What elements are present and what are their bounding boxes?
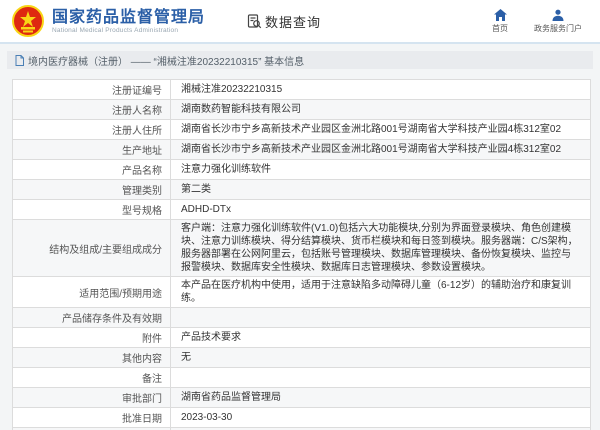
field-label: 生产地址	[13, 140, 171, 160]
table-row: 生产地址湖南省长沙市宁乡高新技术产业园区金洲北路001号湖南省大学科技产业园4栋…	[13, 140, 591, 160]
table-row: 注册人名称湖南数药智能科技有限公司	[13, 100, 591, 120]
top-nav: 首页 政务服务门户	[492, 9, 582, 34]
field-value: 湘械注准20232210315	[171, 80, 591, 100]
header: 国家药品监督管理局 National Medical Products Admi…	[0, 0, 600, 44]
table-row: 注册人住所湖南省长沙市宁乡高新技术产业园区金洲北路001号湖南省大学科技产业园4…	[13, 120, 591, 140]
field-label: 注册证编号	[13, 80, 171, 100]
field-value: 无	[171, 348, 591, 368]
field-label: 产品储存条件及有效期	[13, 308, 171, 328]
field-value: 湖南数药智能科技有限公司	[171, 100, 591, 120]
field-value: 2023-03-30	[171, 408, 591, 428]
registration-info-table: 注册证编号湘械注准20232210315注册人名称湖南数药智能科技有限公司注册人…	[12, 79, 591, 430]
site-subtitle: National Medical Products Administration	[52, 27, 205, 34]
field-value: 本产品在医疗机构中使用，适用于注意缺陷多动障碍儿童（6-12岁）的辅助治疗和康复…	[171, 277, 591, 308]
field-value: 湖南省长沙市宁乡高新技术产业园区金洲北路001号湖南省大学科技产业园4栋312室…	[171, 120, 591, 140]
table-row: 管理类别第二类	[13, 180, 591, 200]
table-row: 适用范围/预期用途本产品在医疗机构中使用，适用于注意缺陷多动障碍儿童（6-12岁…	[13, 277, 591, 308]
site-title: 国家药品监督管理局	[52, 9, 205, 27]
field-value: 客户端：注意力强化训练软件(V1.0)包括六大功能模块,分别为界面登录模块、角色…	[171, 220, 591, 277]
field-label: 备注	[13, 368, 171, 388]
brand: 国家药品监督管理局 National Medical Products Admi…	[52, 9, 205, 34]
field-value: ADHD-DTx	[171, 200, 591, 220]
field-label: 其他内容	[13, 348, 171, 368]
breadcrumb: 境内医疗器械（注册） —— “湘械注准20232210315” 基本信息	[7, 51, 593, 69]
table-row: 批准日期2023-03-30	[13, 408, 591, 428]
field-value: 产品技术要求	[171, 328, 591, 348]
table-row: 附件产品技术要求	[13, 328, 591, 348]
field-label: 管理类别	[13, 180, 171, 200]
table-row: 审批部门湖南省药品监督管理局	[13, 388, 591, 408]
table-row: 其他内容无	[13, 348, 591, 368]
field-value: 湖南省药品监督管理局	[171, 388, 591, 408]
nav-item-home[interactable]: 首页	[492, 9, 508, 34]
search-document-icon	[247, 14, 262, 29]
table-row: 型号规格ADHD-DTx	[13, 200, 591, 220]
field-value	[171, 308, 591, 328]
field-label: 注册人住所	[13, 120, 171, 140]
info-table-body: 注册证编号湘械注准20232210315注册人名称湖南数药智能科技有限公司注册人…	[13, 80, 591, 430]
nav-item-label: 政务服务门户	[534, 23, 582, 34]
field-label: 结构及组成/主要组成成分	[13, 220, 171, 277]
field-value: 注意力强化训练软件	[171, 160, 591, 180]
breadcrumb-text: 境内医疗器械（注册） —— “湘械注准20232210315” 基本信息	[28, 53, 304, 68]
field-value	[171, 368, 591, 388]
home-icon	[494, 9, 507, 21]
user-icon	[552, 9, 564, 21]
nav-item-label: 首页	[492, 23, 508, 34]
table-row: 注册证编号湘械注准20232210315	[13, 80, 591, 100]
data-query-link[interactable]: 数据查询	[247, 12, 321, 31]
data-query-label: 数据查询	[265, 12, 321, 31]
nav-item-portal[interactable]: 政务服务门户	[534, 9, 582, 34]
field-label: 产品名称	[13, 160, 171, 180]
table-row: 产品名称注意力强化训练软件	[13, 160, 591, 180]
field-value: 湖南省长沙市宁乡高新技术产业园区金洲北路001号湖南省大学科技产业园4栋312室…	[171, 140, 591, 160]
table-row: 备注	[13, 368, 591, 388]
field-label: 注册人名称	[13, 100, 171, 120]
table-row: 结构及组成/主要组成成分客户端：注意力强化训练软件(V1.0)包括六大功能模块,…	[13, 220, 591, 277]
field-label: 适用范围/预期用途	[13, 277, 171, 308]
field-value: 第二类	[171, 180, 591, 200]
table-row: 产品储存条件及有效期	[13, 308, 591, 328]
document-icon	[15, 55, 24, 66]
field-label: 批准日期	[13, 408, 171, 428]
field-label: 附件	[13, 328, 171, 348]
field-label: 型号规格	[13, 200, 171, 220]
national-emblem-icon	[12, 5, 44, 37]
field-label: 审批部门	[13, 388, 171, 408]
